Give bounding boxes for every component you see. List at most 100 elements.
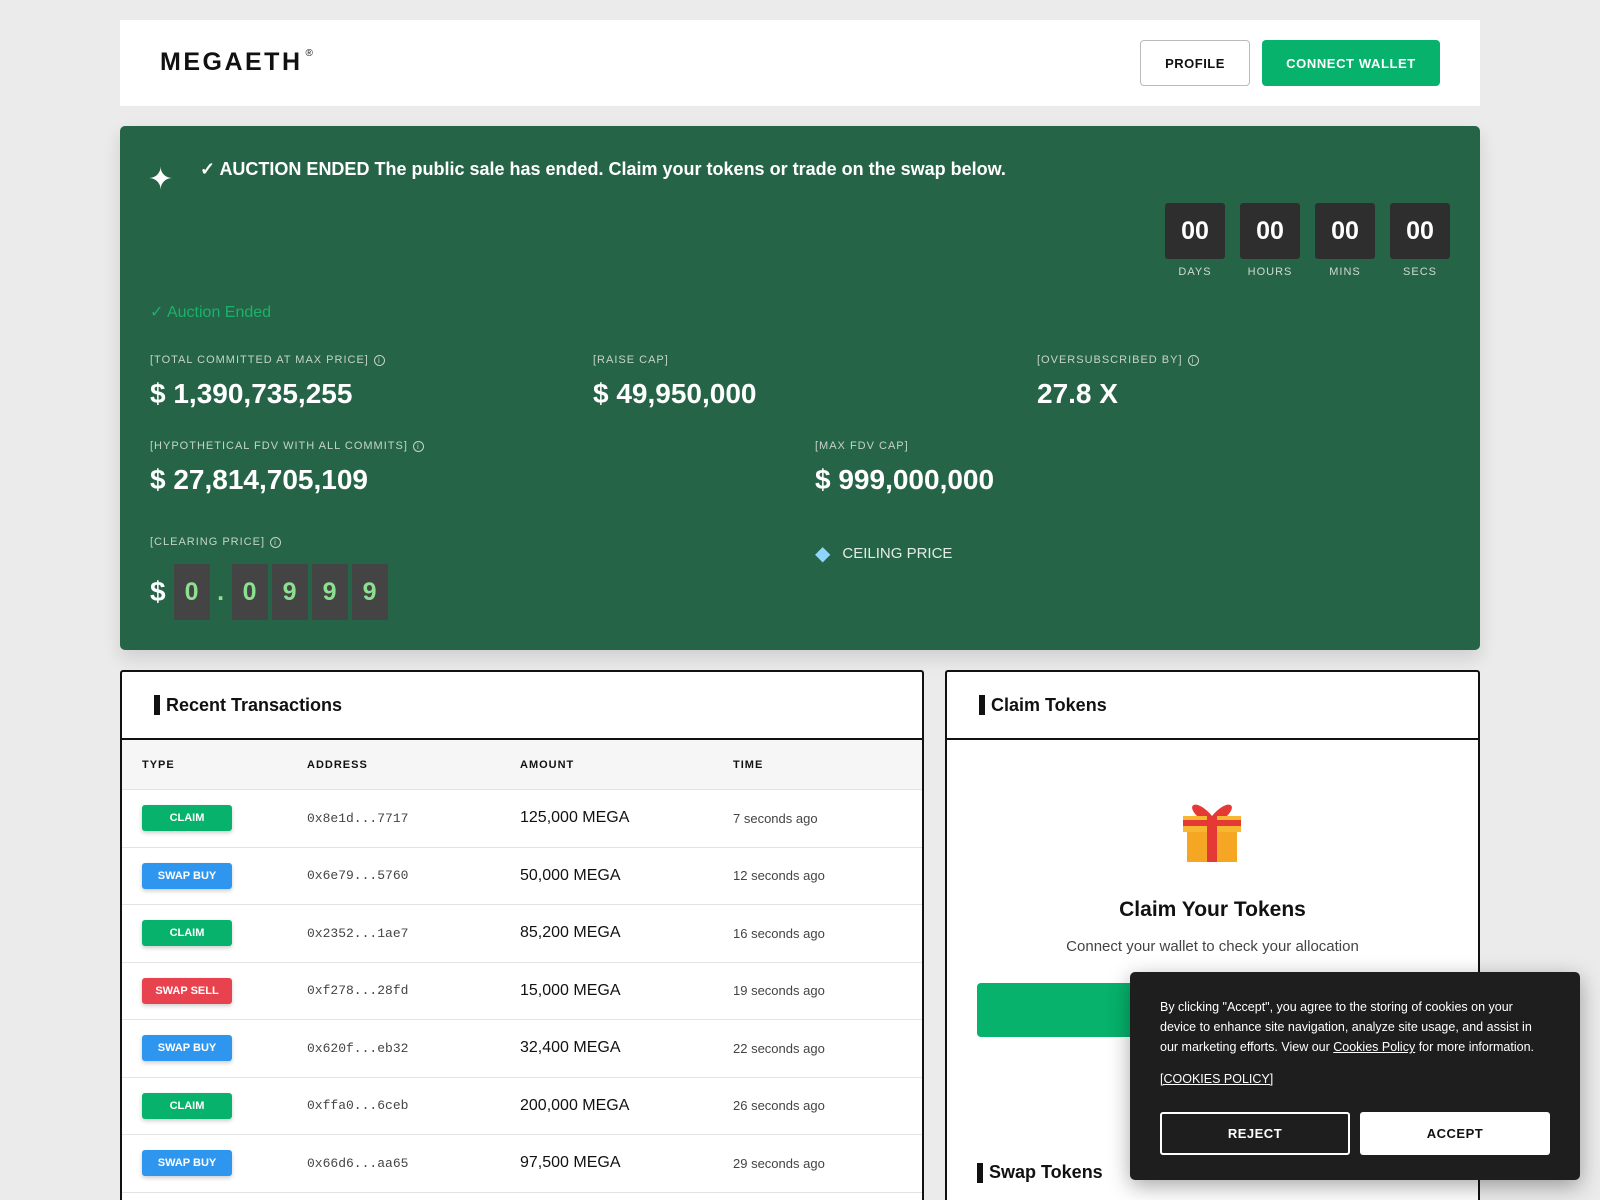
recent-transactions-panel: Recent Transactions TYPE ADDRESS AMOUNT … [120, 670, 924, 1200]
countdown-mins: 00 MINS [1315, 203, 1375, 278]
table-row[interactable]: CLAIM 0x8e1d...7717 125,000 MEGA 7 seconds … [122, 790, 922, 848]
table-row[interactable]: SWAP BUY 0x620f...eb32 32,400 MEGA 22 secon… [122, 1020, 922, 1078]
cookies-policy-inline-link[interactable]: Cookies Policy [1333, 1040, 1415, 1054]
column-header-address: ADDRESS [307, 758, 368, 771]
info-icon[interactable]: i [373, 354, 385, 366]
cell-time: 16 seconds ago [733, 925, 825, 941]
cell-time: 22 seconds ago [733, 1040, 825, 1056]
stat-label: [CLEARING PRICE] [150, 536, 266, 548]
table-row[interactable]: SWAP BUY 0x6e79...5760 50,000 MEGA 12 secon… [122, 848, 922, 905]
info-icon[interactable]: i [270, 536, 282, 548]
cell-address[interactable]: 0x8e1d...7717 [307, 811, 520, 826]
ceiling-price-indicator: ◆ CEILING PRICE [815, 541, 952, 566]
type-badge: SWAP BUY [142, 1035, 232, 1062]
cell-time: 29 seconds ago [733, 1155, 825, 1171]
type-badge: CLAIM [142, 920, 232, 947]
title-bar-decoration [154, 695, 160, 715]
logo-text: MEGAETH [160, 48, 303, 76]
countdown-value: 00 [1390, 203, 1450, 259]
table-row[interactable]: SWAP SELL 0xf278...28fd 15,000 MEGA 19 seco… [122, 963, 922, 1020]
cell-amount: 97,500 MEGA [520, 1154, 621, 1172]
check-icon: ✓ [200, 159, 216, 179]
price-digit: 9 [311, 564, 348, 620]
stat-total-committed: [TOTAL COMMITTED AT MAX PRICE] i $ 1,390,… [150, 354, 385, 410]
countdown-value: 00 [1165, 203, 1225, 259]
table-row[interactable]: CLAIM 0xffa0...6ceb 200,000 MEGA 26 seconds… [122, 1078, 922, 1135]
cell-address[interactable]: 0x6e79...5760 [307, 868, 520, 883]
banner-message: The public sale has ended. Claim your to… [374, 159, 1006, 179]
cell-time: 26 seconds ago [733, 1098, 825, 1114]
cell-time: 7 seconds ago [733, 810, 818, 826]
reject-cookies-button[interactable]: REJECT [1160, 1112, 1350, 1155]
countdown-label: DAYS [1178, 266, 1212, 278]
swap-title-text: Swap Tokens [989, 1162, 1103, 1182]
auction-status-text: ✓ Auction Ended [150, 304, 272, 321]
countdown-timer: 00 DAYS 00 HOURS 00 MINS 00 SECS [1165, 203, 1450, 278]
table-body: CLAIM 0x8e1d...7717 125,000 MEGA 7 seconds … [122, 790, 922, 1193]
top-header: MEGAETH ® PROFILE CONNECT WALLET [120, 20, 1480, 106]
cell-address[interactable]: 0xf278...28fd [307, 983, 520, 998]
table-row[interactable]: SWAP BUY 0x66d6...aa65 97,500 MEGA 29 secon… [122, 1135, 922, 1193]
cell-address[interactable]: 0x2352...1ae7 [307, 926, 520, 941]
cell-address[interactable]: 0x66d6...aa65 [307, 1156, 520, 1171]
accept-cookies-button[interactable]: ACCEPT [1360, 1112, 1550, 1155]
countdown-value: 00 [1240, 203, 1300, 259]
countdown-value: 00 [1315, 203, 1375, 259]
cell-type: CLAIM [122, 1092, 307, 1119]
auction-banner: ✓ AUCTION ENDED The public sale has ende… [200, 159, 1006, 180]
countdown-label: HOURS [1247, 266, 1293, 278]
type-badge: CLAIM [142, 1092, 232, 1119]
cookies-policy-link[interactable]: [COOKIES POLICY] [1160, 1072, 1273, 1086]
stat-value: $ 1,390,735,255 [150, 378, 353, 409]
stat-value: 27.8 X [1037, 378, 1118, 409]
stat-oversubscribed: [OVERSUBSCRIBED BY] i 27.8 X [1037, 354, 1199, 410]
panel-title-text: Recent Transactions [166, 694, 343, 715]
cell-type: SWAP BUY [122, 1150, 307, 1177]
table-header: TYPE ADDRESS AMOUNT TIME [122, 740, 922, 790]
stat-label: [HYPOTHETICAL FDV WITH ALL COMMITS] [150, 440, 408, 452]
stat-label: [RAISE CAP] [593, 354, 669, 366]
cell-amount: 32,400 MEGA [520, 1039, 621, 1057]
stat-label: [TOTAL COMMITTED AT MAX PRICE] [150, 354, 369, 366]
cell-type: SWAP BUY [122, 1035, 307, 1062]
cell-type: CLAIM [122, 920, 307, 947]
countdown-label: MINS [1329, 266, 1361, 278]
megaeth-logo[interactable]: MEGAETH ® [160, 48, 313, 77]
cell-amount: 125,000 MEGA [520, 809, 630, 827]
price-digit: 9 [271, 564, 308, 620]
table-row[interactable]: CLAIM 0x2352...1ae7 85,200 MEGA 16 seconds … [122, 905, 922, 963]
cell-type: CLAIM [122, 805, 307, 832]
countdown-label: SECS [1403, 266, 1437, 278]
cell-type: SWAP SELL [122, 977, 307, 1004]
info-icon[interactable]: i [1187, 354, 1199, 366]
claim-heading: Claim Your Tokens [1119, 898, 1306, 921]
type-badge: SWAP BUY [142, 862, 232, 889]
cookie-consent-banner: By clicking "Accept", you agree to the s… [1130, 972, 1580, 1180]
column-header-amount: AMOUNT [520, 758, 575, 771]
connect-wallet-button[interactable]: CONNECT WALLET [1262, 40, 1440, 86]
column-header-type: TYPE [142, 758, 175, 771]
type-badge: SWAP SELL [142, 977, 232, 1004]
price-currency: $ [150, 576, 166, 607]
countdown-hours: 00 HOURS [1240, 203, 1300, 278]
title-bar-decoration [977, 1162, 983, 1183]
countdown-secs: 00 SECS [1390, 203, 1450, 278]
clearing-price-display: $ 0 . 0 9 9 9 [150, 564, 388, 620]
cell-type: SWAP BUY [122, 862, 307, 889]
stat-value: $ 49,950,000 [593, 378, 757, 409]
price-digit: 0 [231, 564, 268, 620]
stat-max-fdv-cap: [MAX FDV CAP] $ 999,000,000 [815, 440, 994, 496]
stat-label: [MAX FDV CAP] [815, 440, 909, 452]
cell-address[interactable]: 0xffa0...6ceb [307, 1098, 520, 1113]
diamond-icon: ◆ [815, 543, 831, 565]
info-icon[interactable]: i [412, 440, 424, 452]
stat-hypothetical-fdv: [HYPOTHETICAL FDV WITH ALL COMMITS] i $ 2… [150, 440, 424, 496]
stat-raise-cap: [RAISE CAP] $ 49,950,000 [593, 354, 757, 410]
cookie-message: By clicking "Accept", you agree to the s… [1160, 997, 1550, 1057]
stat-value: $ 999,000,000 [815, 464, 995, 495]
profile-button[interactable]: PROFILE [1140, 40, 1250, 86]
cell-address[interactable]: 0x620f...eb32 [307, 1041, 520, 1056]
sparkle-icon: ✦ [148, 163, 174, 196]
panel-title-text: Claim Tokens [991, 694, 1107, 715]
cell-amount: 85,200 MEGA [520, 924, 621, 942]
